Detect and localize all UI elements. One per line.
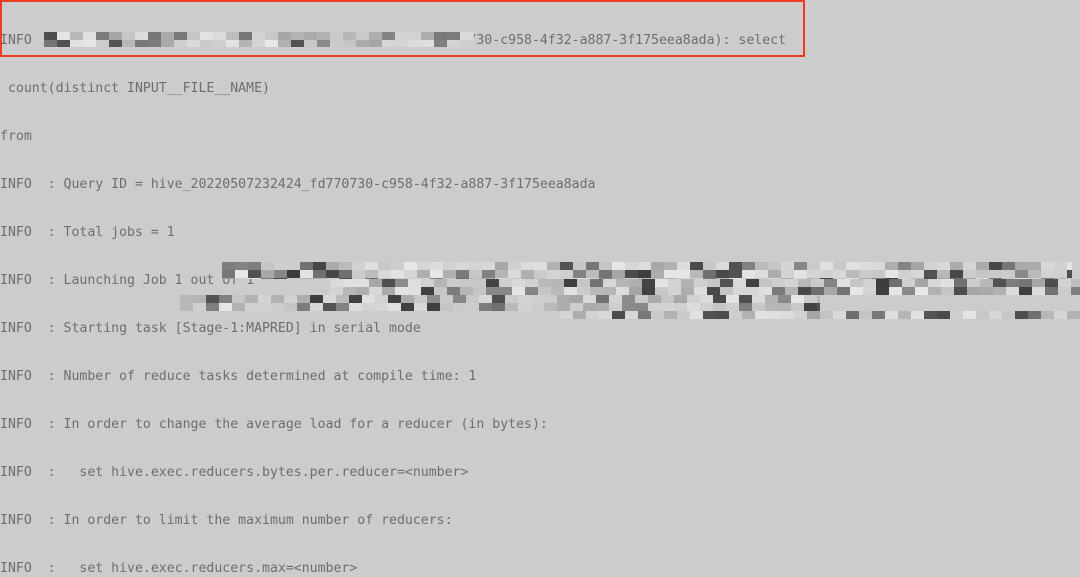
log-line: INFO : In order to limit the maximum num… <box>0 513 453 528</box>
log-line: from <box>0 129 580 144</box>
log-line: INFO : set hive.exec.reducers.max=<numbe… <box>0 561 358 576</box>
log-line: INFO : Total jobs = 1 <box>0 225 175 240</box>
log-output: INFO : Executing command(queryId=hive_20… <box>0 1 1080 577</box>
log-line: count(distinct INPUT__FILE__NAME) <box>0 81 270 96</box>
log-line: INFO : set hive.exec.reducers.bytes.per.… <box>0 465 469 480</box>
log-line: INFO : Query ID = hive_20220507232424_fd… <box>0 177 596 192</box>
log-line: INFO : Launching Job 1 out of 1 <box>0 273 255 288</box>
log-line: INFO : Starting task [Stage-1:MAPRED] in… <box>0 321 421 336</box>
log-line: INFO : Number of reduce tasks determined… <box>0 369 477 384</box>
log-line: INFO : Executing command(queryId=hive_20… <box>0 33 787 48</box>
log-line: INFO : In order to change the average lo… <box>0 417 548 432</box>
terminal-console: INFO : Executing command(queryId=hive_20… <box>0 0 1080 577</box>
